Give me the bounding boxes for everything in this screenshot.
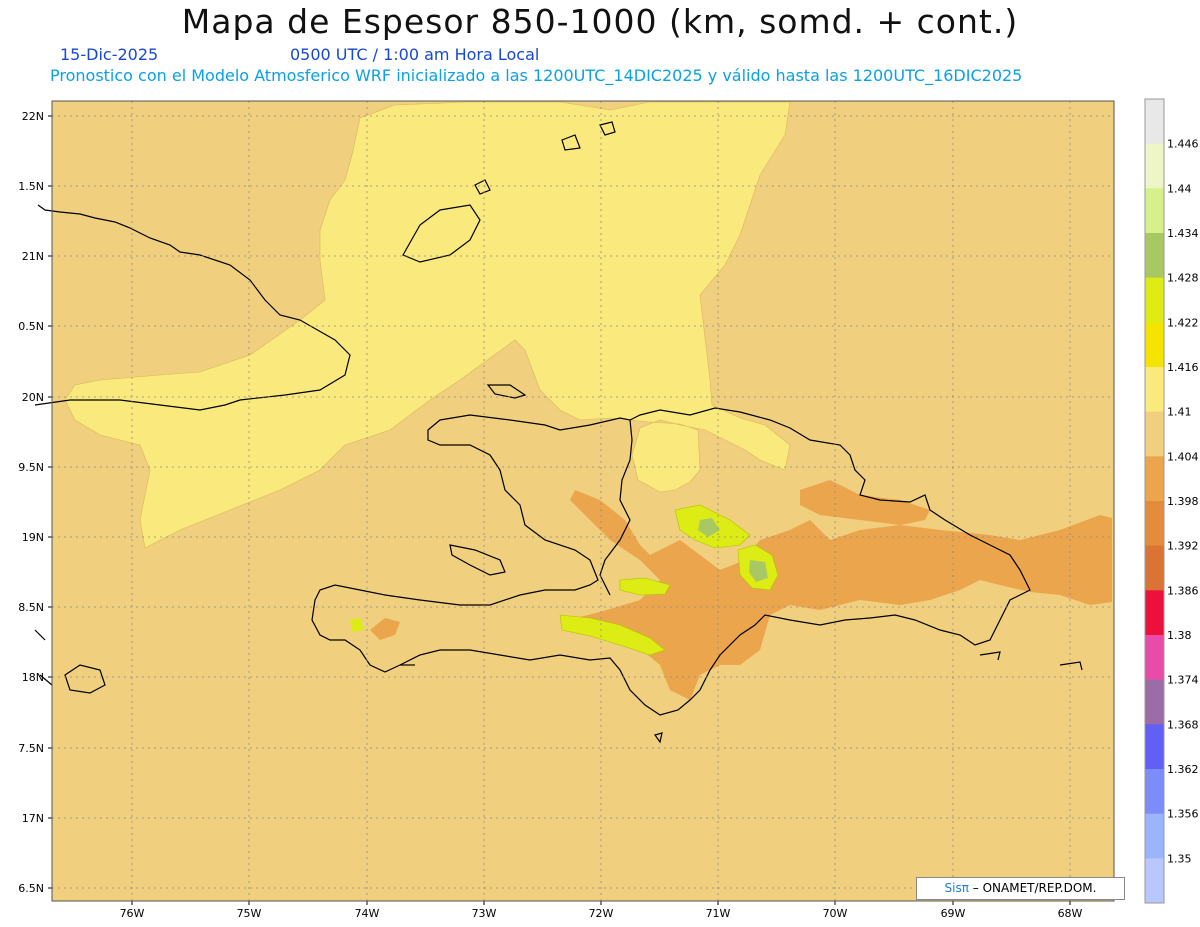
lon-label: 72W [589, 907, 614, 920]
lon-label: 69W [941, 907, 966, 920]
colorbar-swatch [1145, 545, 1164, 591]
colorbar-swatch [1145, 813, 1164, 859]
lon-label: 71W [706, 907, 731, 920]
colorbar-swatch [1145, 679, 1164, 725]
colorbar: 1.446 1.44 1.434 1.428 1.422 1.416 1.41 1.404 1.… [1144, 98, 1199, 904]
colorbar-label: 1.446 [1167, 138, 1199, 151]
colorbar-label: 1.362 [1167, 763, 1199, 776]
lon-label: 76W [120, 907, 145, 920]
colorbar-label: 1.386 [1167, 584, 1199, 597]
lat-label: 1.5N [18, 180, 44, 193]
colorbar-swatch [1145, 769, 1164, 815]
colorbar-swatch [1145, 277, 1164, 323]
lat-label: 19N [22, 531, 44, 544]
colorbar-label: 1.368 [1167, 718, 1199, 731]
colorbar-swatch [1145, 724, 1164, 770]
lon-label: 74W [355, 907, 380, 920]
colorbar-swatch [1145, 99, 1164, 145]
lat-label: 21N [22, 250, 44, 263]
lat-label: 9.5N [18, 461, 44, 474]
colorbar-swatch [1145, 456, 1164, 502]
colorbar-swatch [1145, 858, 1164, 904]
lat-label: 17N [22, 812, 44, 825]
colorbar-label: 1.422 [1167, 316, 1199, 329]
lon-label: 75W [237, 907, 262, 920]
colorbar-swatch [1145, 322, 1164, 368]
colorbar-swatch [1145, 143, 1164, 189]
lon-label: 70W [823, 907, 848, 920]
colorbar-swatch [1145, 367, 1164, 413]
forecast-map: 22N 1.5N 21N 0.5N 20N 9.5N 19N 8.5N 18N … [18, 98, 1199, 920]
colorbar-label: 1.434 [1167, 227, 1199, 240]
lat-label: 6.5N [18, 882, 44, 895]
colorbar-label: 1.404 [1167, 450, 1199, 463]
colorbar-swatch [1145, 233, 1164, 279]
colorbar-label: 1.356 [1167, 808, 1199, 821]
lat-label: 22N [22, 110, 44, 123]
colorbar-label: 1.38 [1167, 629, 1192, 642]
lat-label: 20N [22, 391, 44, 404]
credit-text: – ONAMET/REP.DOM. [968, 881, 1097, 895]
colorbar-swatch [1145, 635, 1164, 681]
colorbar-label: 1.41 [1167, 406, 1192, 419]
lon-label: 68W [1058, 907, 1083, 920]
colorbar-label: 1.416 [1167, 361, 1199, 374]
colorbar-label: 1.398 [1167, 495, 1199, 508]
lat-label: 7.5N [18, 742, 44, 755]
brand-label: Sisπ [944, 881, 969, 895]
lon-label: 73W [472, 907, 497, 920]
colorbar-label: 1.392 [1167, 540, 1199, 553]
colorbar-label: 1.374 [1167, 674, 1199, 687]
colorbar-swatch [1145, 590, 1164, 636]
lat-label: 8.5N [18, 601, 44, 614]
colorbar-swatch [1145, 188, 1164, 234]
colorbar-swatch [1145, 411, 1164, 457]
colorbar-label: 1.44 [1167, 182, 1192, 195]
colorbar-label: 1.35 [1167, 852, 1192, 865]
lat-label: 0.5N [18, 320, 44, 333]
credit-box: Sisπ – ONAMET/REP.DOM. [916, 877, 1125, 900]
colorbar-label: 1.428 [1167, 272, 1199, 285]
colorbar-swatch [1145, 501, 1164, 547]
lat-label: 18N [22, 671, 44, 684]
